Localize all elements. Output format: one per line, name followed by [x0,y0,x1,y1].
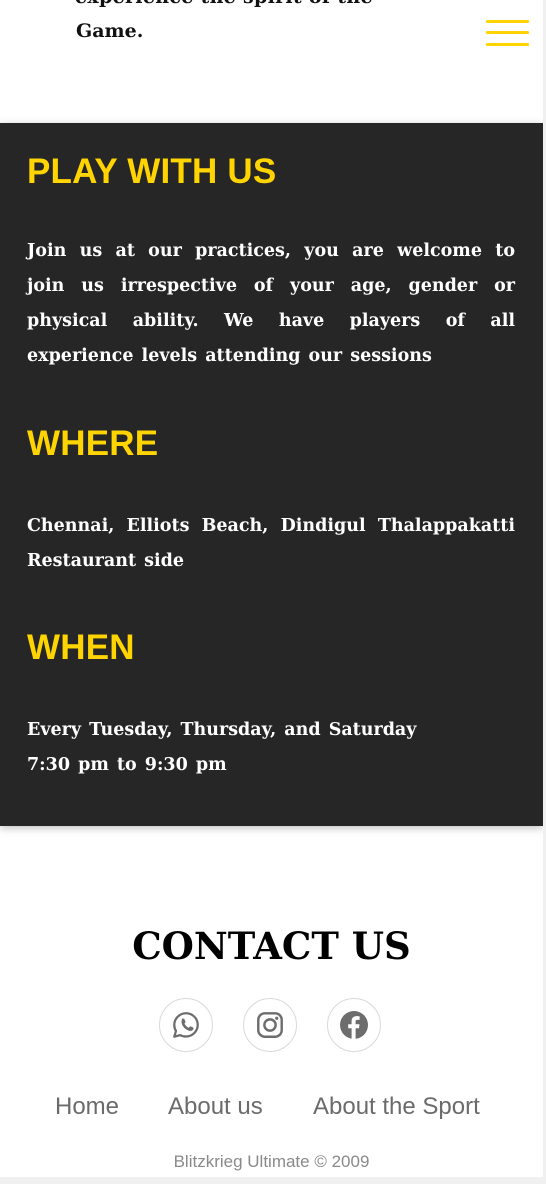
footer-link-about-us[interactable]: About us [168,1093,263,1121]
intro-text-cut: experience the spirit of the [75,0,373,8]
facebook-glyph [340,1011,368,1039]
when-heading: WHEN [27,628,135,667]
copyright-text: Blitzkrieg Ultimate © 2009 [173,1152,370,1171]
where-heading: WHERE [27,424,159,463]
instagram-icon[interactable] [243,998,297,1052]
menu-line [486,43,529,46]
footer-link-about-the-sport[interactable]: About the Sport [313,1093,480,1121]
when-days-text: Every Tuesday, Thursday, and Saturday [27,720,417,740]
whatsapp-icon[interactable] [159,998,213,1052]
play-with-us-section: PLAY WITH US Join us at our practices, y… [0,123,543,826]
where-text: Chennai, Elliots Beach, Dindigul Thalapp… [27,516,515,571]
header-section: experience the spirit of the Game. [0,0,543,123]
menu-line [486,20,529,23]
instagram-glyph [257,1012,283,1038]
when-time-text: 7:30 pm to 9:30 pm [27,755,227,775]
hamburger-menu-icon[interactable] [486,19,529,49]
menu-line [486,31,529,34]
contact-us-heading: CONTACT US [132,924,411,968]
play-with-us-text: Join us at our practices, you are welcom… [27,241,515,366]
footer-link-home[interactable]: Home [55,1093,119,1121]
play-with-us-heading: PLAY WITH US [27,152,277,191]
whatsapp-glyph [173,1012,199,1038]
intro-text-game: Game. [76,20,144,42]
facebook-icon[interactable] [327,998,381,1052]
bottom-edge [0,1177,546,1184]
